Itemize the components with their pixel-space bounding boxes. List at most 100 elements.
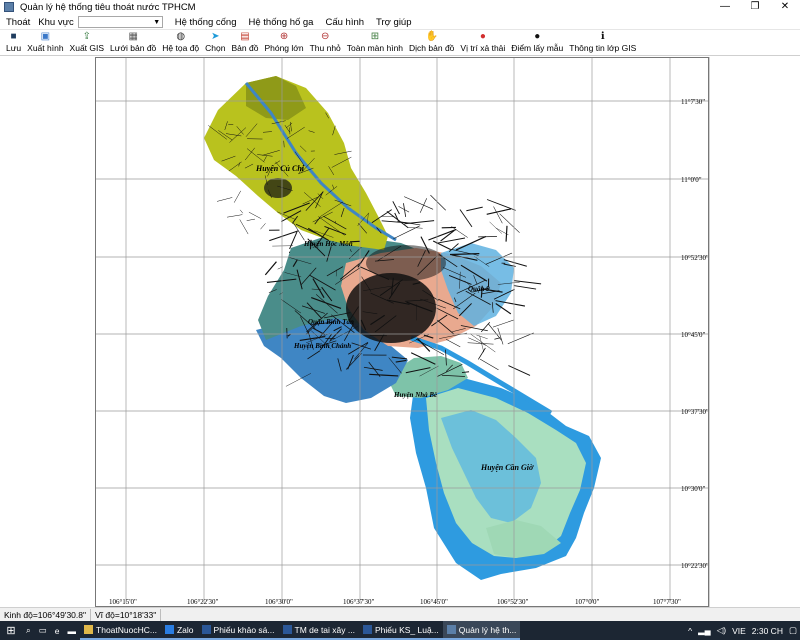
road-segment — [430, 194, 446, 211]
title-bar: Quản lý hệ thống tiêu thoát nước TPHCM —… — [0, 0, 800, 14]
label-nha-be: Huyện Nhà Bè — [393, 391, 437, 399]
taskbar-app[interactable]: Zalo — [160, 621, 198, 640]
edge-icon[interactable]: e — [51, 621, 64, 640]
map-canvas[interactable]: Huyện Củ Chi Huyện Hóc Môn Quận 9 Quận B… — [96, 58, 709, 607]
clock[interactable]: 2:30 CH — [749, 626, 786, 636]
label-cu-chi: Huyện Củ Chi — [255, 164, 305, 173]
road-segment — [264, 261, 277, 276]
toolbar-button-export-gis[interactable]: ⇪ Xuất GIS — [67, 31, 108, 55]
minimize-button[interactable]: — — [710, 0, 740, 14]
menu-thoat[interactable]: Thoát — [0, 17, 36, 28]
toolbar-button-full-extent[interactable]: ⊞ Toàn màn hình — [344, 31, 406, 55]
road-segment — [459, 209, 473, 228]
toolbar-button-sample-pin[interactable]: ● Điểm lấy mẫu — [508, 31, 566, 55]
road-segment — [393, 225, 420, 240]
task-view-icon[interactable]: ▭ — [35, 621, 51, 640]
road-segment — [492, 319, 514, 328]
toolbar-button-export-image[interactable]: ▣ Xuất hình — [24, 31, 66, 55]
toolbar-button-discharge-pin[interactable]: ● Vị trí xả thải — [457, 31, 508, 55]
road-segment — [381, 220, 411, 224]
road-segment — [404, 220, 435, 225]
road-segment — [445, 339, 461, 348]
toolbar-button-layers[interactable]: ▤ Bản đồ — [229, 31, 262, 55]
latitude-label: 10°30'0" — [681, 485, 706, 493]
toolbar-label: Dịch bản đồ — [409, 43, 455, 53]
road-segment — [239, 209, 244, 214]
menu-tro-giup[interactable]: Trợ giúp — [370, 17, 417, 28]
app-icon — [282, 625, 292, 634]
right-panel — [709, 57, 800, 607]
longitude-label: 106°22'30" — [187, 598, 219, 606]
search-icon[interactable]: ⌕ — [22, 621, 35, 640]
toolbar-button-grid[interactable]: ▦ Lưới bản đồ — [107, 31, 159, 55]
toolbar-button-zoom-in[interactable]: ⊕ Phóng lớn — [261, 31, 306, 55]
taskbar-app-label: TM de tai xây ... — [294, 624, 355, 635]
label-can-gio: Huyện Cần Giờ — [480, 463, 534, 472]
city-center-roads — [346, 273, 436, 343]
taskbar-app[interactable]: ThoatNuocHC... — [80, 621, 161, 640]
road-segment — [246, 218, 255, 221]
khu-vuc-dropdown[interactable]: ▼ — [77, 16, 163, 28]
export-image-icon: ▣ — [40, 31, 51, 42]
latitude-label: 10°45'0" — [681, 331, 706, 339]
app-icon — [4, 2, 14, 12]
app-icon — [84, 625, 94, 634]
windows-start-icon[interactable]: ⊞ — [0, 624, 22, 637]
window-title: Quản lý hệ thống tiêu thoát nước TPHCM — [20, 1, 196, 13]
longitude-label: 107°0'0" — [575, 598, 600, 606]
left-margin — [0, 57, 95, 607]
road-segment — [494, 337, 501, 340]
app-icon — [446, 625, 456, 634]
longitude-labels: 106°15'0" 106°22'30" 106°30'0" 106°37'30" 10… — [109, 598, 681, 606]
tray-chevron-icon[interactable]: ^ — [685, 626, 695, 636]
toolbar-button-pan[interactable]: ✋ Dịch bản đồ — [406, 31, 457, 55]
network-icon[interactable]: ▂▄ — [695, 625, 714, 636]
latitude-label: 10°22'30" — [681, 562, 709, 570]
toolbar-label: Lưu — [6, 43, 22, 53]
toolbar-label: Xuất GIS — [69, 43, 105, 53]
menu-he-thong-ho-ga[interactable]: Hệ thống hố ga — [243, 17, 320, 28]
taskbar-app-label: Phiếu khảo sá... — [213, 624, 275, 635]
info-icon: ℹ — [600, 31, 605, 42]
language-indicator[interactable]: VIE — [729, 626, 749, 636]
zoom-in-icon: ⊕ — [279, 31, 289, 42]
road-segment — [466, 206, 483, 212]
map-view[interactable]: Huyện Củ Chi Huyện Hóc Môn Quận 9 Quận B… — [95, 57, 709, 607]
pan-icon: ✋ — [425, 31, 438, 42]
full-extent-icon: ⊞ — [370, 31, 380, 42]
latitude-label: 10°52'30" — [681, 254, 709, 262]
road-segment — [239, 219, 249, 235]
road-segment — [513, 285, 537, 290]
toolbar-label: Chọn — [205, 43, 226, 53]
road-segment — [505, 225, 508, 242]
district-roads-north — [366, 245, 446, 281]
app-icon — [164, 625, 174, 634]
menu-he-thong-cong[interactable]: Hệ thống cống — [169, 17, 243, 28]
grid-icon: ▦ — [128, 31, 138, 42]
taskbar-app[interactable]: Quản lý hệ th... — [442, 621, 521, 640]
toolbar-button-zoom-out[interactable]: ⊖ Thu nhỏ — [307, 31, 344, 55]
notification-icon[interactable]: ▢ — [786, 625, 800, 636]
file-explorer-icon[interactable]: ▬ — [64, 621, 81, 640]
taskbar-app[interactable]: Phiếu khảo sá... — [197, 621, 279, 640]
taskbar-app[interactable]: Phiếu KS_ Luậ... — [358, 621, 443, 640]
road-segment — [451, 226, 468, 238]
road-segment — [507, 332, 534, 345]
close-button[interactable]: ✕ — [770, 0, 800, 14]
toolbar-button-globe[interactable]: ◍ Hệ tọa độ — [159, 31, 202, 55]
khu-vuc-label: Khu vực — [38, 16, 74, 28]
taskbar-app-label: Phiếu KS_ Luậ... — [374, 624, 439, 635]
taskbar-app[interactable]: TM de tai xây ... — [278, 621, 359, 640]
toolbar-button-info[interactable]: ℹ Thông tin lớp GIS — [566, 31, 639, 55]
volume-icon[interactable]: ◁) — [714, 625, 729, 636]
road-segment — [248, 211, 262, 219]
road-segment — [392, 201, 400, 215]
toolbar-label: Xuất hình — [27, 43, 64, 53]
status-bar: Kinh độ=106°49'30.8" Vĩ độ=10°18'33" — [0, 607, 800, 621]
menu-cau-hinh[interactable]: Cấu hình — [319, 17, 370, 28]
latitude-labels: 11°7'30" 11°0'0" 10°52'30" 10°45'0" 10°37'30… — [681, 98, 709, 570]
taskbar-app-label: Quản lý hệ th... — [458, 624, 517, 635]
maximize-button[interactable]: ❐ — [740, 0, 770, 14]
toolbar-button-save[interactable]: ■ Lưu — [3, 31, 24, 55]
toolbar-button-pointer[interactable]: ➤ Chọn — [202, 31, 228, 55]
